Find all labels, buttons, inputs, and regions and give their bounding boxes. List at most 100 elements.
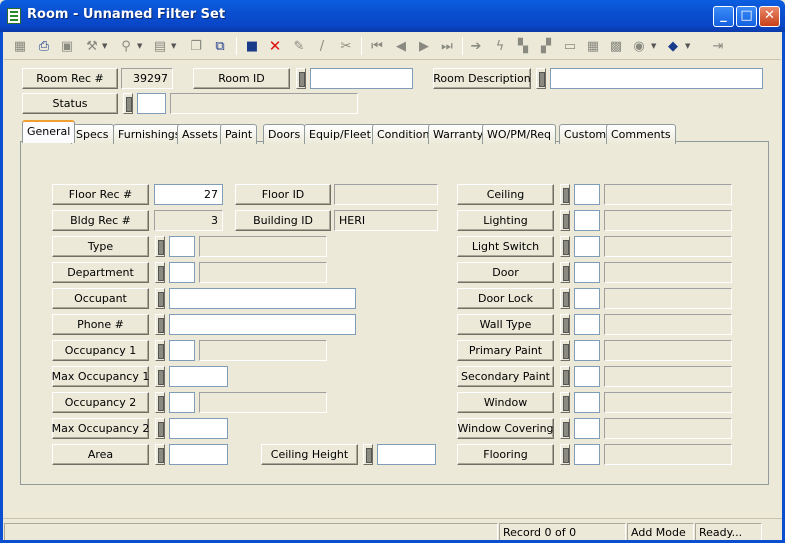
- door-lookup-icon[interactable]: [560, 262, 570, 283]
- flooring-code-input[interactable]: [574, 444, 600, 465]
- status-code-input[interactable]: [137, 93, 166, 114]
- window-covering-lookup-icon[interactable]: [560, 418, 570, 439]
- filter-icon[interactable]: ⚲: [116, 36, 136, 56]
- first-icon[interactable]: ⏮: [367, 36, 387, 56]
- occupancy-2-code-input[interactable]: [169, 392, 195, 413]
- prev-icon[interactable]: ◀: [391, 36, 411, 56]
- occupancy-2-lookup-icon[interactable]: [155, 392, 165, 413]
- phone-input[interactable]: [169, 314, 356, 335]
- occupancy-1-lookup-icon[interactable]: [155, 340, 165, 361]
- hierarchy-icon[interactable]: ▞: [536, 36, 556, 56]
- ceiling-lookup-icon[interactable]: [560, 184, 570, 205]
- lighting-button[interactable]: Lighting: [457, 210, 554, 231]
- room-id-input[interactable]: [310, 68, 413, 89]
- window-code-input[interactable]: [574, 392, 600, 413]
- occupant-lookup-icon[interactable]: [155, 288, 165, 309]
- tab-general[interactable]: General: [22, 120, 76, 143]
- primary-paint-code-input[interactable]: [574, 340, 600, 361]
- print-icon[interactable]: ⎙: [34, 36, 54, 56]
- room-description-lookup-icon[interactable]: [536, 68, 546, 89]
- bldg-rec-button[interactable]: Bldg Rec #: [52, 210, 149, 231]
- window-button[interactable]: Window: [457, 392, 554, 413]
- occupancy-2-button[interactable]: Occupancy 2: [52, 392, 149, 413]
- lighting-code-input[interactable]: [574, 210, 600, 231]
- building-id-button[interactable]: Building ID: [235, 210, 331, 231]
- room-description-button[interactable]: Room Description: [433, 68, 531, 89]
- next-icon[interactable]: ▶: [414, 36, 434, 56]
- ceiling-height-button[interactable]: Ceiling Height: [261, 444, 358, 465]
- tab-assets[interactable]: Assets: [177, 124, 223, 144]
- book-icon[interactable]: ◆: [663, 36, 683, 56]
- tab-custom[interactable]: Custom: [559, 124, 612, 144]
- export-icon[interactable]: ⧉: [210, 36, 230, 56]
- occupancy-1-code-input[interactable]: [169, 340, 195, 361]
- ceiling-height-input[interactable]: [377, 444, 436, 465]
- max-occupancy-2-lookup-icon[interactable]: [155, 418, 165, 439]
- max-occupancy-2-button[interactable]: Max Occupancy 2: [52, 418, 149, 439]
- door-code-input[interactable]: [574, 262, 600, 283]
- light-switch-code-input[interactable]: [574, 236, 600, 257]
- primary-paint-lookup-icon[interactable]: [560, 340, 570, 361]
- ceiling-height-lookup-icon[interactable]: [363, 444, 373, 465]
- edit-icon[interactable]: /: [312, 36, 332, 56]
- delete-icon[interactable]: ✕: [265, 36, 285, 56]
- department-lookup-icon[interactable]: [155, 262, 165, 283]
- go-icon[interactable]: ➔: [466, 36, 486, 56]
- report-dropdown-icon[interactable]: ▼: [171, 36, 179, 56]
- occupant-input[interactable]: [169, 288, 356, 309]
- room-id-lookup-icon[interactable]: [296, 68, 306, 89]
- tab-wo-pm-req[interactable]: WO/PM/Req: [482, 124, 556, 144]
- save-icon[interactable]: ■: [242, 36, 262, 56]
- door-lock-button[interactable]: Door Lock: [457, 288, 554, 309]
- lighting-lookup-icon[interactable]: [560, 210, 570, 231]
- status-lookup-icon[interactable]: [123, 93, 133, 114]
- room-id-button[interactable]: Room ID: [193, 68, 290, 89]
- type-lookup-icon[interactable]: [155, 236, 165, 257]
- copy-icon[interactable]: ❐: [186, 36, 206, 56]
- max-occupancy-1-button[interactable]: Max Occupancy 1: [52, 366, 149, 387]
- minimize-button[interactable]: _: [713, 6, 734, 27]
- window-lookup-icon[interactable]: [560, 392, 570, 413]
- tab-furnishings[interactable]: Furnishings: [113, 124, 186, 144]
- tab-equip-fleet[interactable]: Equip/Fleet: [304, 124, 376, 144]
- occupancy-1-button[interactable]: Occupancy 1: [52, 340, 149, 361]
- exit-icon[interactable]: ⇥: [708, 36, 728, 56]
- floor-rec-button[interactable]: Floor Rec #: [52, 184, 149, 205]
- map-icon[interactable]: ▩: [606, 36, 626, 56]
- tab-paint[interactable]: Paint: [220, 124, 258, 144]
- last-icon[interactable]: ⏭: [437, 36, 457, 56]
- tools-dropdown-icon[interactable]: ▼: [102, 36, 110, 56]
- secondary-paint-button[interactable]: Secondary Paint: [457, 366, 554, 387]
- maximize-button[interactable]: □: [736, 6, 757, 27]
- floor-id-button[interactable]: Floor ID: [235, 184, 331, 205]
- flooring-button[interactable]: Flooring: [457, 444, 554, 465]
- filter-dropdown-icon[interactable]: ▼: [137, 36, 145, 56]
- lightning-icon[interactable]: ϟ: [490, 36, 510, 56]
- max-occupancy-1-input[interactable]: [169, 366, 228, 387]
- secondary-paint-lookup-icon[interactable]: [560, 366, 570, 387]
- area-input[interactable]: [169, 444, 228, 465]
- type-button[interactable]: Type: [52, 236, 149, 257]
- status-button[interactable]: Status: [22, 93, 118, 114]
- globe-icon[interactable]: ◉: [629, 36, 649, 56]
- floor-rec-input[interactable]: 27: [154, 184, 223, 205]
- phone-button[interactable]: Phone #: [52, 314, 149, 335]
- max-occupancy-1-lookup-icon[interactable]: [155, 366, 165, 387]
- window-covering-button[interactable]: Window Covering: [457, 418, 554, 439]
- department-button[interactable]: Department: [52, 262, 149, 283]
- preview-icon[interactable]: ▣: [57, 36, 77, 56]
- globe-dropdown-icon[interactable]: ▼: [651, 36, 659, 56]
- wall-type-code-input[interactable]: [574, 314, 600, 335]
- tab-doors[interactable]: Doors: [263, 124, 306, 144]
- area-lookup-icon[interactable]: [155, 444, 165, 465]
- tab-comments[interactable]: Comments: [606, 124, 676, 144]
- room-rec-button[interactable]: Room Rec #: [22, 68, 118, 89]
- light-switch-lookup-icon[interactable]: [560, 236, 570, 257]
- ceiling-code-input[interactable]: [574, 184, 600, 205]
- close-button[interactable]: ✕: [759, 6, 780, 27]
- window-covering-code-input[interactable]: [574, 418, 600, 439]
- door-lock-lookup-icon[interactable]: [560, 288, 570, 309]
- calendar-icon[interactable]: ▦: [583, 36, 603, 56]
- primary-paint-button[interactable]: Primary Paint: [457, 340, 554, 361]
- tab-condition[interactable]: Condition: [372, 124, 435, 144]
